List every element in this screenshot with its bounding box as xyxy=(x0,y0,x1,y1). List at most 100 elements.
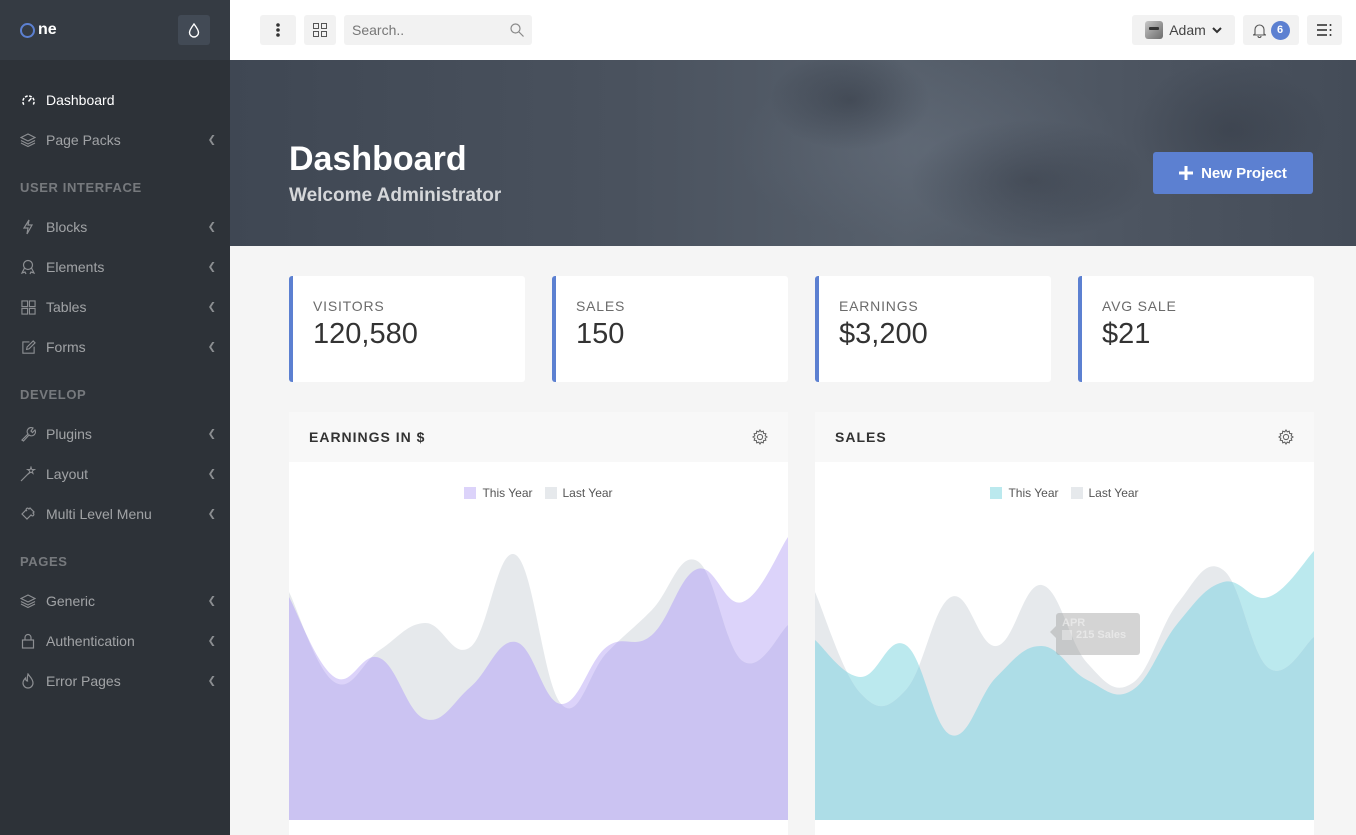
grid-icon xyxy=(20,299,36,315)
data-point-last-year-jul[interactable] xyxy=(1083,659,1091,667)
chart-legend: This Year Last Year xyxy=(289,486,788,500)
search-icon[interactable] xyxy=(510,23,524,37)
data-point-last-year-may[interactable] xyxy=(992,642,1000,650)
data-point-this-year-jun[interactable] xyxy=(512,638,520,646)
data-point-last-year-mar[interactable] xyxy=(376,646,384,654)
logo[interactable]: ne xyxy=(20,21,57,39)
legend-label: This Year xyxy=(482,486,533,500)
chevron-left-icon: ❮ xyxy=(207,428,216,440)
data-point-this-year-dec[interactable] xyxy=(784,533,788,541)
data-point-this-year-nov[interactable] xyxy=(739,598,747,606)
chevron-left-icon: ❮ xyxy=(207,261,216,273)
legend-item-this-year[interactable]: This Year xyxy=(990,486,1059,500)
sidebar-item-tables[interactable]: Tables ❮ xyxy=(0,287,230,327)
data-point-last-year-jan[interactable] xyxy=(815,588,819,596)
legend-item-this-year[interactable]: This Year xyxy=(464,486,533,500)
hero-banner: Dashboard Welcome Administrator New Proj… xyxy=(230,60,1356,246)
data-point-this-year-oct[interactable] xyxy=(1219,578,1227,586)
user-menu-button[interactable]: Adam xyxy=(1132,15,1235,45)
data-point-this-year-jun[interactable] xyxy=(1038,642,1046,650)
data-point-this-year-mar[interactable] xyxy=(376,654,384,662)
sidebar-item-dashboard[interactable]: Dashboard xyxy=(0,80,230,120)
sidebar-item-label: Page Packs xyxy=(46,132,121,148)
stat-value: 120,580 xyxy=(313,318,418,350)
sidebar-item-blocks[interactable]: Blocks ❮ xyxy=(0,207,230,247)
bell-icon xyxy=(1252,23,1266,38)
data-point-last-year-aug[interactable] xyxy=(1129,679,1137,687)
stat-label: Visitors xyxy=(313,298,385,314)
data-point-this-year-mar[interactable] xyxy=(902,641,910,649)
data-point-this-year-dec[interactable] xyxy=(1310,547,1314,555)
sidebar-item-elements[interactable]: Elements ❮ xyxy=(0,247,230,287)
data-point-last-year-nov[interactable] xyxy=(739,657,747,665)
tooltip-swatch xyxy=(1062,630,1072,641)
sidebar-item-label: Error Pages xyxy=(46,673,121,689)
sales-area-chart[interactable] xyxy=(815,510,1314,820)
data-point-last-year-nov[interactable] xyxy=(1265,664,1273,672)
data-point-this-year-feb[interactable] xyxy=(856,673,864,681)
earnings-area-chart[interactable] xyxy=(289,510,788,820)
stat-tile-visitors[interactable]: Visitors 120,580 xyxy=(289,276,525,382)
data-point-this-year-may[interactable] xyxy=(466,683,474,691)
data-point-this-year-jul[interactable] xyxy=(557,700,565,708)
data-point-last-year-sep[interactable] xyxy=(1174,599,1182,607)
data-point-last-year-sep[interactable] xyxy=(648,606,656,614)
data-point-last-year-apr[interactable] xyxy=(421,619,429,627)
data-point-last-year-apr[interactable] xyxy=(947,593,955,601)
chevron-left-icon: ❮ xyxy=(207,221,216,233)
sidebar-item-label: Plugins xyxy=(46,426,92,442)
data-point-last-year-oct[interactable] xyxy=(1219,566,1227,574)
data-point-last-year-mar[interactable] xyxy=(902,686,910,694)
sidebar-item-generic[interactable]: Generic ❮ xyxy=(0,581,230,621)
sidebar-item-page-packs[interactable]: Page Packs ❮ xyxy=(0,120,230,160)
notifications-button[interactable]: 6 xyxy=(1243,15,1299,45)
gear-icon[interactable] xyxy=(1278,429,1294,445)
data-point-this-year-apr[interactable] xyxy=(421,715,429,723)
data-point-this-year-oct[interactable] xyxy=(693,565,701,573)
data-point-last-year-oct[interactable] xyxy=(693,557,701,565)
data-point-last-year-feb[interactable] xyxy=(856,689,864,697)
plus-icon xyxy=(1179,166,1194,180)
theme-toggle-button[interactable] xyxy=(178,15,210,45)
data-point-this-year-feb[interactable] xyxy=(330,673,338,681)
data-point-this-year-nov[interactable] xyxy=(1265,593,1273,601)
data-point-this-year-aug[interactable] xyxy=(1129,686,1137,694)
data-point-last-year-jun[interactable] xyxy=(1038,581,1046,589)
legend-label: Last Year xyxy=(562,486,613,500)
data-point-this-year-sep[interactable] xyxy=(648,631,656,639)
sidebar-item-layout[interactable]: Layout ❮ xyxy=(0,454,230,494)
data-point-this-year-jul[interactable] xyxy=(1083,676,1091,684)
sidebar-item-authentication[interactable]: Authentication ❮ xyxy=(0,621,230,661)
new-project-button[interactable]: New Project xyxy=(1153,152,1313,194)
side-overlay-button[interactable] xyxy=(1307,15,1342,45)
stat-tile-earnings[interactable]: Earnings $3,200 xyxy=(815,276,1051,382)
legend-item-last-year[interactable]: Last Year xyxy=(1070,486,1139,500)
data-point-this-year-sep[interactable] xyxy=(1174,619,1182,627)
sidebar-item-error-pages[interactable]: Error Pages ❮ xyxy=(0,661,230,701)
apps-grid-button[interactable] xyxy=(304,15,336,45)
sidebar-item-label: Authentication xyxy=(46,633,135,649)
chevron-down-icon xyxy=(1212,26,1222,33)
gear-icon[interactable] xyxy=(752,429,768,445)
fire-icon xyxy=(20,673,36,689)
stat-tile-avg-sale[interactable]: Avg Sale $21 xyxy=(1078,276,1314,382)
block-title: Sales xyxy=(835,429,887,445)
user-name: Adam xyxy=(1169,22,1206,38)
sidebar-item-forms[interactable]: Forms ❮ xyxy=(0,327,230,367)
layers-icon xyxy=(20,593,36,609)
lock-icon xyxy=(20,633,36,649)
data-point-this-year-may[interactable] xyxy=(992,673,1000,681)
data-point-this-year-apr[interactable] xyxy=(947,731,955,739)
grid-icon xyxy=(313,23,327,37)
search-input[interactable] xyxy=(352,22,502,38)
sidebar-item-multi-level-menu[interactable]: Multi Level Menu ❮ xyxy=(0,494,230,534)
legend-label: This Year xyxy=(1008,486,1059,500)
legend-item-last-year[interactable]: Last Year xyxy=(544,486,613,500)
stat-tile-sales[interactable]: Sales 150 xyxy=(552,276,788,382)
tooltip-label: APR xyxy=(1062,617,1086,629)
sidebar-toggle-button[interactable] xyxy=(260,15,296,45)
data-point-last-year-jun[interactable] xyxy=(512,551,520,559)
data-point-last-year-may[interactable] xyxy=(466,643,474,651)
sidebar-item-plugins[interactable]: Plugins ❮ xyxy=(0,414,230,454)
data-point-this-year-aug[interactable] xyxy=(603,643,611,651)
